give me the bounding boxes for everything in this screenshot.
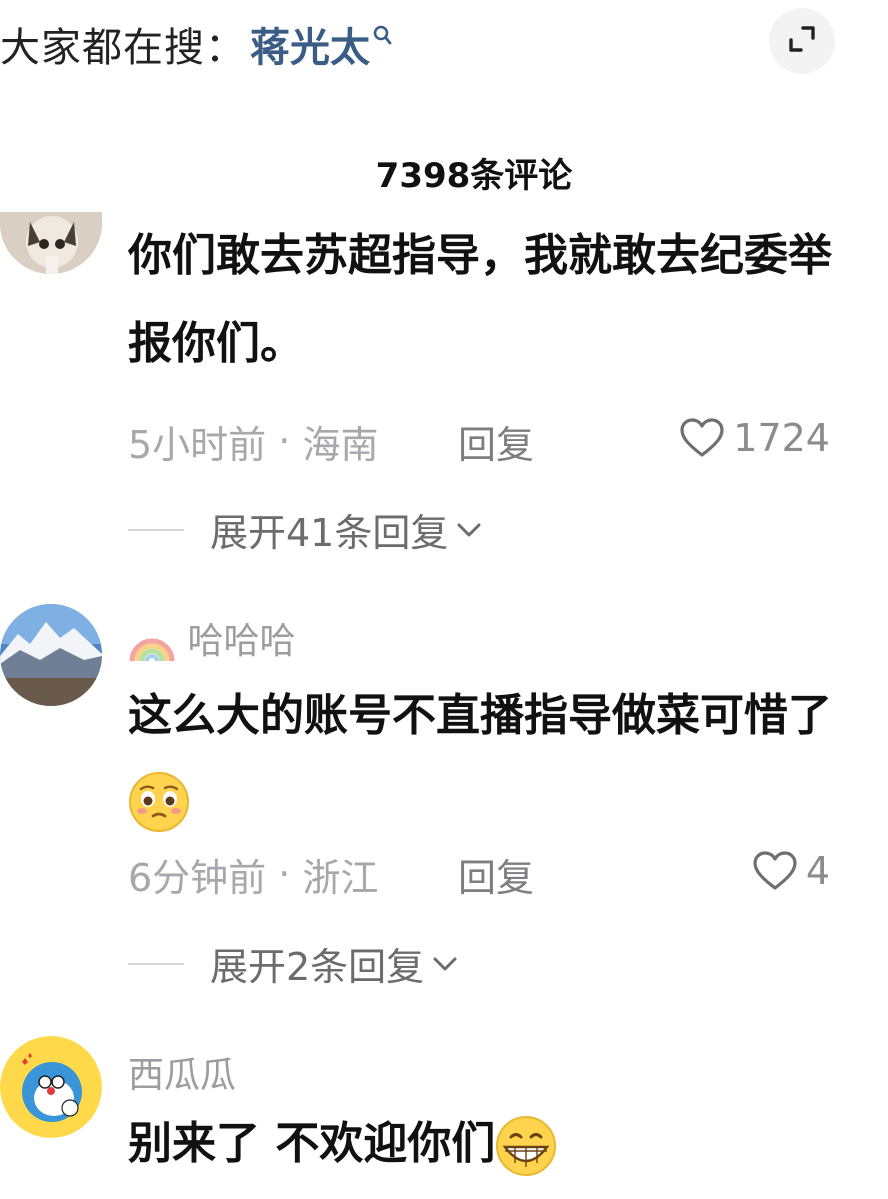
comment-emoji-line — [128, 756, 888, 844]
comment-meta: 5小时前 · 海南 回复 — [128, 416, 534, 467]
reply-button[interactable]: 回复 — [458, 847, 534, 902]
heart-outline-icon — [680, 418, 724, 457]
comment-count-label: 7398条评论 — [375, 156, 573, 196]
comment-count-title: 7398条评论 — [0, 148, 888, 197]
comment-text-line: 别来了 不欢迎你们 — [128, 1100, 888, 1188]
search-hint-prefix: 大家都在搜： — [0, 25, 246, 71]
comment-time: 5小时前 — [128, 422, 267, 467]
expand-replies-button[interactable]: 展开2条回复 — [128, 936, 458, 991]
expand-replies-button[interactable]: 展开41条回复 — [128, 502, 482, 557]
like-count: 1724 — [733, 416, 830, 460]
chevron-down-icon — [457, 523, 481, 536]
avatar[interactable] — [0, 212, 102, 274]
like-button[interactable]: 4 — [752, 849, 830, 893]
comment-text: 别来了 不欢迎你们 — [128, 1118, 496, 1169]
expand-replies-label: 展开41条回复 — [210, 511, 449, 555]
comments-screen: 大家都在搜： 蒋光太 7398条评论 你们敢去苏超指导，我就敢去纪委举 报你们。… — [0, 0, 888, 1199]
username[interactable]: 哈哈哈 — [128, 612, 295, 664]
search-hint-term[interactable]: 蒋光太 — [250, 15, 370, 73]
rainbow-emoji — [129, 638, 175, 662]
comment-time: 6分钟前 — [128, 855, 267, 900]
search-hint-bar[interactable]: 大家都在搜： 蒋光太 — [0, 14, 393, 74]
reply-button[interactable]: 回复 — [458, 414, 534, 469]
divider — [128, 962, 184, 965]
heart-outline-icon — [753, 851, 797, 890]
grinning-face-emoji — [496, 1116, 557, 1176]
expand-replies-label: 展开2条回复 — [210, 945, 425, 989]
avatar[interactable] — [0, 604, 102, 706]
meta-separator: · — [266, 419, 303, 463]
search-icon — [373, 25, 393, 47]
comment-location: 浙江 — [302, 855, 379, 900]
avatar[interactable] — [0, 1036, 102, 1138]
username[interactable]: 西瓜瓜 — [128, 1046, 236, 1098]
comment-text-line: 这么大的账号不直播指导做菜可惜了 — [128, 690, 832, 741]
comment-meta: 6分钟前 · 浙江 回复 — [128, 849, 534, 900]
username-text: 哈哈哈 — [187, 621, 296, 662]
chevron-down-icon — [433, 957, 457, 970]
fullscreen-button[interactable] — [769, 8, 835, 74]
comment-location: 海南 — [302, 422, 379, 467]
comment-text-line: 报你们。 — [128, 318, 304, 369]
divider — [128, 528, 184, 531]
meta-separator: · — [266, 852, 303, 896]
like-button[interactable]: 1724 — [679, 416, 830, 460]
comment-text-line: 你们敢去苏超指导，我就敢去纪委举 — [128, 230, 832, 281]
pleading-face-emoji — [129, 772, 189, 832]
fullscreen-icon — [785, 22, 819, 60]
like-count: 4 — [805, 849, 830, 893]
